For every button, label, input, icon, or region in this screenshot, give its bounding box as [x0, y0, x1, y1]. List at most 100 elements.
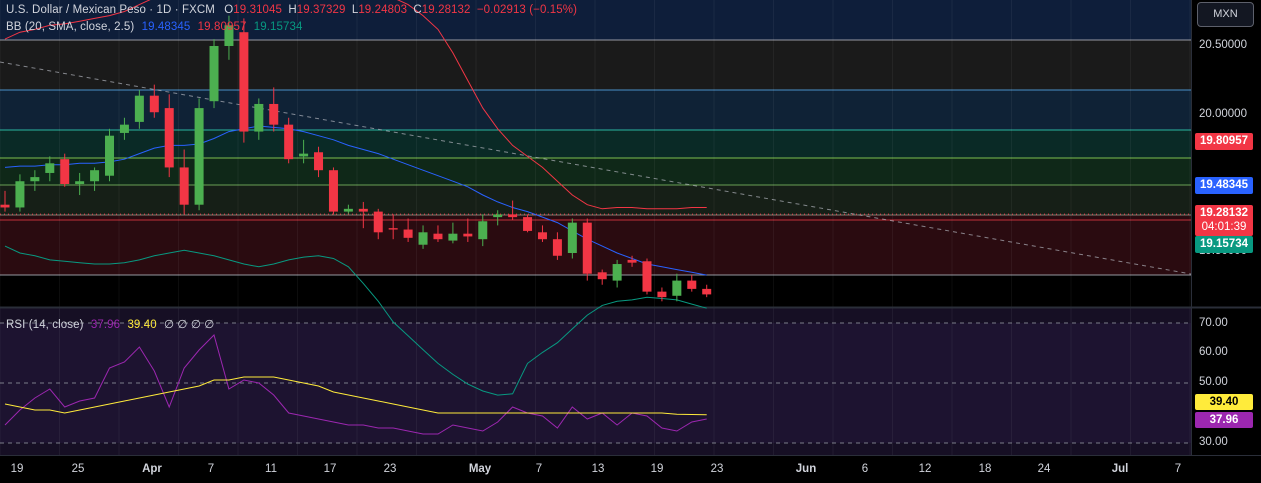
high-label: H	[288, 4, 297, 16]
time-axis-label: 25	[71, 463, 85, 475]
price-axis-label: 20.50000	[1199, 39, 1247, 51]
rsi-axis-label: 50.00	[1199, 376, 1228, 388]
rsi-axis-label: 60.00	[1199, 346, 1228, 358]
candle-body	[478, 221, 488, 240]
candle-body	[358, 208, 368, 212]
change-value: −0.02913 (−0.15%)	[476, 4, 578, 16]
bb-legend[interactable]: BB (20, SMA, close, 2.5) 19.48345 19.809…	[6, 21, 303, 33]
bb-basis-value: 19.48345	[141, 21, 191, 33]
candle-body	[119, 124, 129, 133]
candle-body	[343, 208, 353, 212]
candle-body	[15, 181, 25, 208]
candle-body	[134, 95, 144, 122]
time-axis-label: 11	[265, 463, 277, 475]
rsi-ma-badge: 39.40	[1195, 394, 1253, 410]
symbol-legend: U.S. Dollar / Mexican Peso · 1D · FXCM O…	[6, 4, 577, 16]
rsi-extra-values: ∅ ∅ ∅ ∅	[164, 319, 215, 331]
candle-body	[45, 163, 55, 173]
open-value: 19.31045	[233, 4, 283, 16]
candle-body	[702, 288, 712, 295]
candle-body	[179, 167, 189, 205]
time-axis-label: Apr	[142, 463, 162, 475]
time-axis-label: 23	[383, 463, 397, 475]
time-axis-label: 24	[1037, 463, 1051, 475]
candle-body	[209, 46, 219, 102]
candle-body	[328, 170, 338, 212]
rsi-legend[interactable]: RSI (14, close) 37.96 39.40 ∅ ∅ ∅ ∅	[6, 317, 214, 331]
candle-body	[239, 32, 249, 132]
candle-body	[403, 229, 413, 238]
candle-body	[508, 214, 518, 218]
symbol-title: U.S. Dollar / Mexican Peso · 1D · FXCM	[6, 4, 215, 16]
candle-body	[433, 233, 443, 240]
usdmxn-chart[interactable]	[0, 0, 1261, 483]
candle-body	[523, 217, 533, 231]
bb-basis-badge: 19.48345	[1195, 177, 1253, 194]
candle-body	[597, 272, 607, 280]
bb-label: BB (20, SMA, close, 2.5)	[6, 21, 135, 33]
time-axis-label: 12	[918, 463, 932, 475]
close-label: C	[413, 4, 422, 16]
time-axis-label: 7	[207, 463, 215, 475]
bb-upper-badge: 19.80957	[1195, 133, 1253, 150]
candle-body	[284, 124, 294, 160]
candle-body	[149, 95, 159, 113]
candle-body	[672, 280, 682, 296]
candle-body	[90, 170, 100, 182]
rsi-value: 37.96	[90, 319, 121, 331]
time-axis-label: Jul	[1111, 463, 1129, 475]
candle-body	[552, 239, 562, 256]
candle-body	[314, 152, 324, 171]
time-axis-label: May	[468, 463, 492, 475]
candle-body	[30, 177, 40, 182]
time-axis-label: 18	[978, 463, 992, 475]
candle-body	[463, 233, 473, 237]
candle-body	[567, 222, 577, 253]
low-value: 19.24803	[358, 4, 408, 16]
candle-body	[75, 181, 85, 184]
candle-body	[687, 280, 697, 289]
time-axis-label: 7	[1174, 463, 1182, 475]
bb-upper-value: 19.80957	[197, 21, 247, 33]
candle-body	[164, 108, 174, 168]
candle-body	[0, 204, 10, 208]
time-axis-label: 19	[10, 463, 24, 475]
close-price-text: 19.28132	[1200, 207, 1248, 219]
currency-button[interactable]: MXN	[1197, 2, 1254, 27]
bb-lower-value: 19.15734	[253, 21, 303, 33]
close-price-badge: 19.28132 04:01:39	[1195, 205, 1253, 236]
rsi-badge: 37.96	[1195, 412, 1253, 428]
candle-body	[105, 135, 115, 176]
candle-body	[418, 232, 428, 245]
price-axis-label: 20.00000	[1199, 108, 1247, 120]
candle-body	[388, 228, 398, 230]
high-value: 19.37329	[296, 4, 346, 16]
candle-body	[60, 159, 70, 184]
time-axis-label: 13	[591, 463, 605, 475]
candle-body	[493, 214, 503, 218]
candle-body	[612, 264, 622, 281]
time-axis-label: 7	[535, 463, 543, 475]
candle-body	[269, 103, 279, 125]
time-axis-label: Jun	[795, 463, 817, 475]
countdown-text: 04:01:39	[1201, 221, 1247, 233]
candle-body	[657, 291, 667, 298]
candle-body	[537, 232, 547, 240]
candle-body	[448, 233, 458, 241]
close-value: 19.28132	[421, 4, 471, 16]
candle-body	[373, 211, 383, 233]
time-axis-label: 23	[710, 463, 724, 475]
candle-body	[254, 103, 264, 132]
open-label: O	[224, 4, 234, 16]
candle-body	[194, 108, 204, 205]
rsi-axis-label: 70.00	[1199, 317, 1228, 329]
bb-lower-badge: 19.15734	[1195, 236, 1253, 253]
candle-body	[582, 222, 592, 274]
candle-body	[299, 153, 309, 157]
time-axis-label: 19	[650, 463, 664, 475]
time-axis-label: 6	[861, 463, 869, 475]
rsi-axis-label: 30.00	[1199, 436, 1228, 448]
candle-body	[642, 261, 652, 292]
time-axis-label: 17	[323, 463, 337, 475]
candle-body	[627, 259, 637, 263]
